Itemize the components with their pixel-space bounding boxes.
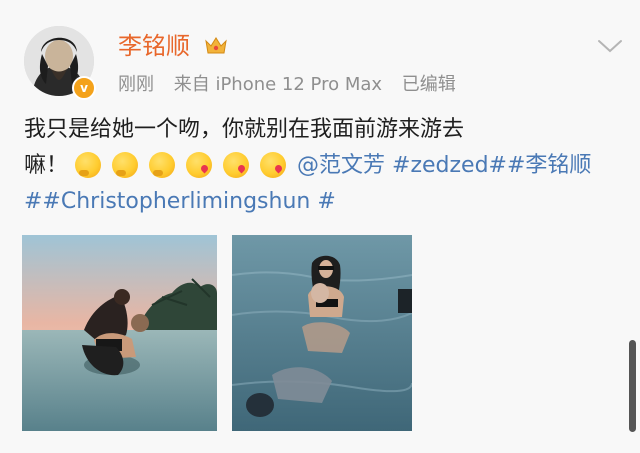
mention-link[interactable]: @范文芳 xyxy=(297,153,385,178)
thinking-face-icon xyxy=(149,152,176,178)
kissing-heart-face-icon xyxy=(260,152,287,178)
crown-icon xyxy=(205,37,227,54)
sunset-pool-photo xyxy=(22,235,217,431)
post-meta: 刚刚 来自 iPhone 12 Pro Max 已编辑 xyxy=(118,73,470,97)
post-text-line-1: 我只是给她一个吻，你就别在我面前游来游去 xyxy=(24,117,465,142)
post-text-line-2: 嘛！ @范文芳 #zedzed##李铭顺 xyxy=(24,148,624,184)
post-text-line-3: ##Christopherlimingshun # xyxy=(24,184,624,220)
weibo-post-card: v 李铭顺 刚刚 来自 iPhone 12 Pro Max 已编辑 我只是给她一… xyxy=(0,0,640,453)
thinking-face-icon xyxy=(75,152,102,178)
topic-link-name[interactable]: #李铭顺 xyxy=(507,153,591,178)
post-time: 刚刚 xyxy=(118,74,154,95)
post-body: 我只是给她一个吻，你就别在我面前游来游去 嘛！ @范文芳 #zedzed##李铭… xyxy=(24,112,624,220)
chevron-down-icon[interactable] xyxy=(596,36,624,56)
thinking-face-icon xyxy=(112,152,139,178)
scrollbar-thumb[interactable] xyxy=(629,340,636,432)
topic-link-christopher[interactable]: ##Christopherlimingshun # xyxy=(24,189,336,214)
post-source[interactable]: 来自 iPhone 12 Pro Max xyxy=(174,74,382,95)
post-image-2[interactable] xyxy=(232,235,412,431)
post-image-1[interactable] xyxy=(22,235,217,431)
kissing-heart-face-icon xyxy=(186,152,213,178)
swimming-pool-photo xyxy=(232,235,412,431)
kissing-heart-face-icon xyxy=(223,152,250,178)
edited-label[interactable]: 已编辑 xyxy=(402,74,456,95)
post-text-prefix: 嘛！ xyxy=(24,153,69,178)
author-name[interactable]: 李铭顺 xyxy=(118,30,190,62)
verified-badge-icon: v xyxy=(72,76,96,100)
topic-link-zedzed[interactable]: #zedzed# xyxy=(392,153,507,178)
